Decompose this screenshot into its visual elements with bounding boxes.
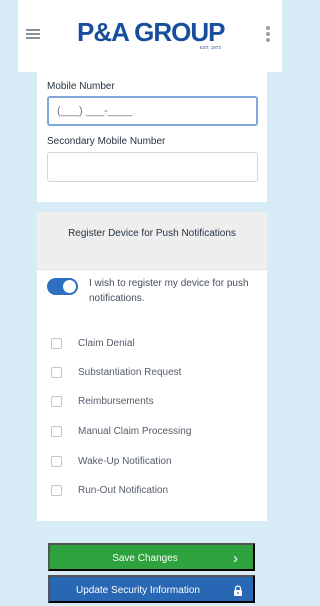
vertical-ellipsis-icon[interactable] (266, 26, 270, 42)
chevron-right-icon: › (233, 550, 238, 567)
claim-denial-option[interactable]: Claim Denial (51, 338, 261, 356)
wake-up-notification-label: Wake-Up Notification (78, 456, 172, 467)
claim-denial-label: Claim Denial (78, 338, 135, 349)
save-changes-button[interactable]: Save Changes › (48, 543, 255, 571)
app-header: P&A GROUP EST. 1973 (18, 0, 282, 72)
run-out-notification-option[interactable]: Run-Out Notification (51, 485, 261, 503)
push-registration-toggle[interactable] (47, 278, 78, 295)
save-changes-label: Save Changes (112, 553, 178, 564)
reimbursements-checkbox[interactable] (51, 396, 62, 407)
wake-up-notification-checkbox[interactable] (51, 456, 62, 467)
push-notification-title: Register Device for Push Notifications (68, 228, 236, 239)
substantiation-request-checkbox[interactable] (51, 367, 62, 378)
p-and-a-group-logo: P&A GROUP EST. 1973 (77, 17, 225, 50)
logo-tagline: EST. 1973 (200, 45, 221, 50)
reimbursements-option[interactable]: Reimbursements (51, 396, 261, 414)
mobile-number-label: Mobile Number (47, 81, 115, 92)
toggle-knob (63, 280, 76, 293)
mobile-number-field[interactable] (47, 96, 258, 126)
manual-claim-processing-option[interactable]: Manual Claim Processing (51, 426, 261, 444)
push-registration-text: I wish to register my device for push no… (89, 278, 249, 304)
run-out-notification-checkbox[interactable] (51, 485, 62, 496)
mobile-number-card: Mobile Number Secondary Mobile Number (37, 72, 267, 202)
substantiation-request-label: Substantiation Request (78, 367, 182, 378)
update-security-information-label: Update Security Information (76, 585, 200, 596)
push-notification-header: Register Device for Push Notifications (37, 212, 267, 270)
claim-denial-checkbox[interactable] (51, 338, 62, 349)
lock-icon (234, 585, 242, 596)
substantiation-request-option[interactable]: Substantiation Request (51, 367, 261, 385)
reimbursements-label: Reimbursements (78, 396, 154, 407)
mobile-profile-page: P&A GROUP EST. 1973 Mobile Number Second… (0, 0, 287, 606)
secondary-mobile-number-label: Secondary Mobile Number (47, 136, 166, 147)
update-security-information-button[interactable]: Update Security Information (48, 575, 255, 603)
hamburger-menu-icon[interactable] (26, 29, 40, 39)
logo-wordmark: P&A GROUP (77, 17, 225, 47)
wake-up-notification-option[interactable]: Wake-Up Notification (51, 456, 261, 474)
manual-claim-processing-label: Manual Claim Processing (78, 426, 192, 437)
push-notification-card: Register Device for Push Notifications I… (37, 212, 267, 521)
run-out-notification-label: Run-Out Notification (78, 485, 169, 496)
manual-claim-processing-checkbox[interactable] (51, 426, 62, 437)
secondary-mobile-number-field[interactable] (47, 152, 258, 182)
